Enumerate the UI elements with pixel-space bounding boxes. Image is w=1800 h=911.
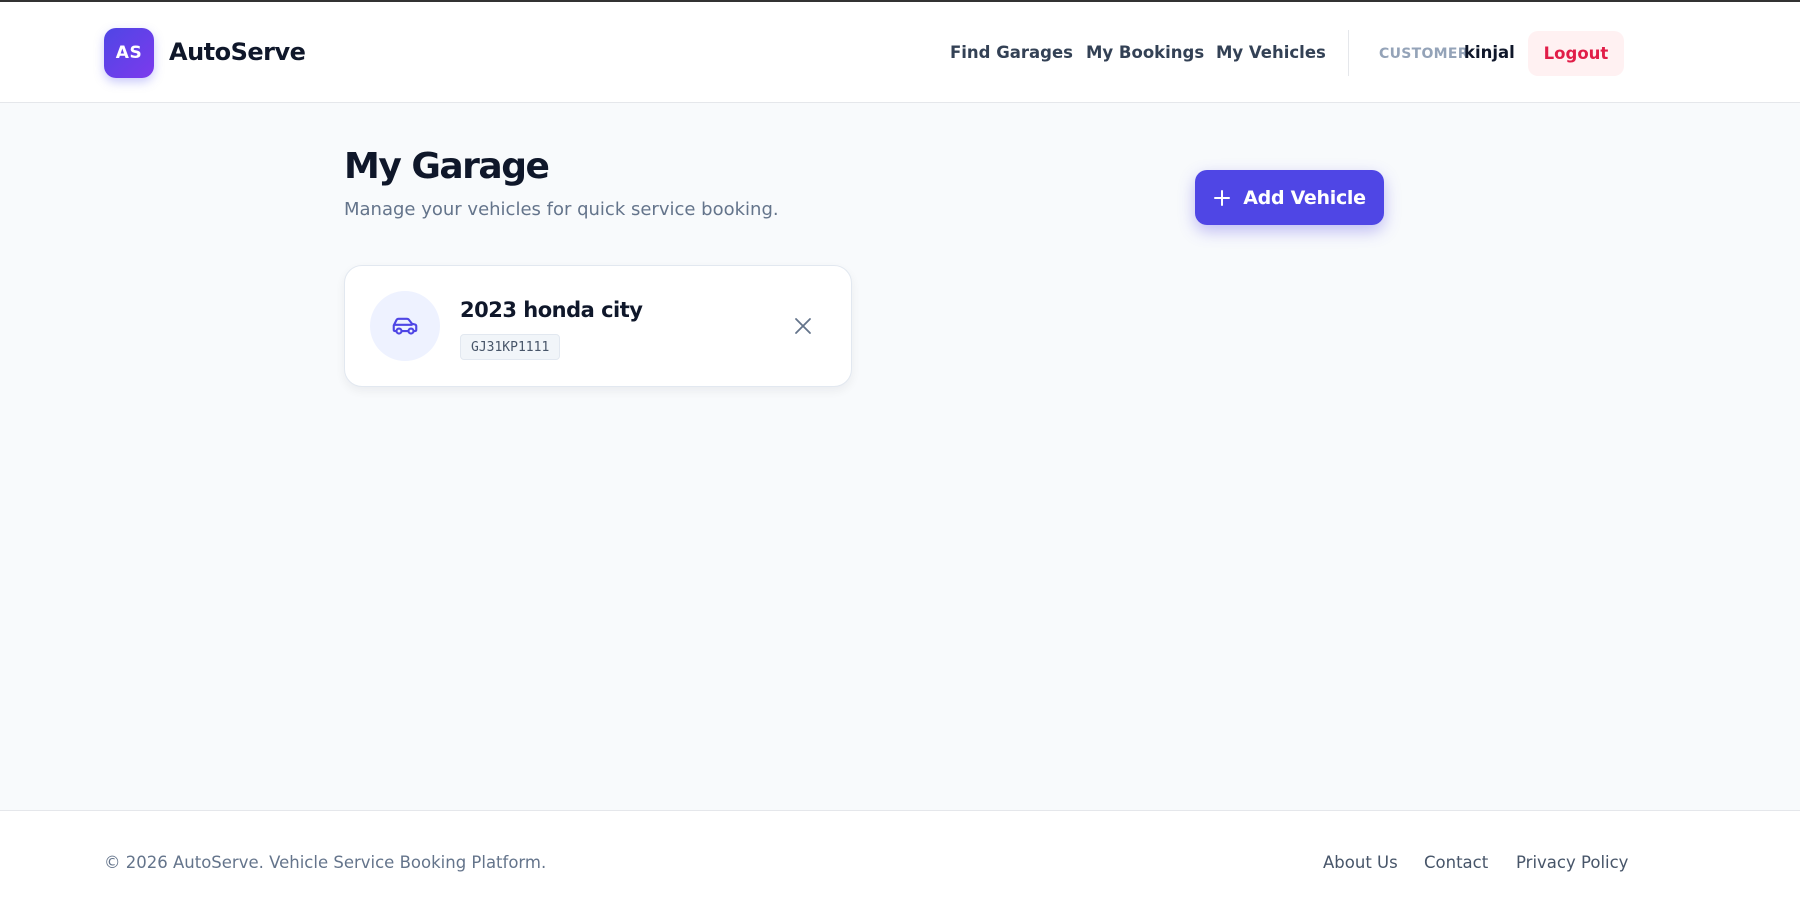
logout-button[interactable]: Logout <box>1528 31 1624 76</box>
nav-my-vehicles[interactable]: My Vehicles <box>1216 43 1326 62</box>
add-vehicle-label: Add Vehicle <box>1243 186 1366 209</box>
footer: © 2026 AutoServe. Vehicle Service Bookin… <box>0 810 1800 911</box>
username: kinjal <box>1464 43 1515 62</box>
close-icon <box>795 318 811 334</box>
logo-badge[interactable]: AS <box>104 28 154 78</box>
nav-find-garages[interactable]: Find Garages <box>950 43 1073 62</box>
page-title: My Garage <box>344 146 550 187</box>
top-navbar: AS AutoServe Find Garages My Bookings My… <box>0 2 1800 103</box>
remove-vehicle-button[interactable] <box>789 312 817 340</box>
user-role: CUSTOMER <box>1379 46 1469 62</box>
page-subtitle: Manage your vehicles for quick service b… <box>344 199 779 220</box>
license-plate: GJ31KP1111 <box>460 334 561 360</box>
footer-link-about[interactable]: About Us <box>1323 853 1398 872</box>
plus-icon <box>1214 189 1231 206</box>
add-vehicle-button[interactable]: Add Vehicle <box>1195 170 1384 225</box>
vehicle-card: 2023 honda city GJ31KP1111 <box>344 265 852 387</box>
nav-divider <box>1348 30 1349 76</box>
logo-text: AS <box>115 43 143 63</box>
footer-link-privacy[interactable]: Privacy Policy <box>1516 853 1628 872</box>
vehicle-name: 2023 honda city <box>460 298 643 322</box>
footer-link-contact[interactable]: Contact <box>1424 853 1488 872</box>
car-icon <box>392 317 418 335</box>
brand-name[interactable]: AutoServe <box>169 38 306 66</box>
copyright: © 2026 AutoServe. Vehicle Service Bookin… <box>104 853 547 872</box>
nav-my-bookings[interactable]: My Bookings <box>1086 43 1204 62</box>
vehicle-avatar <box>370 291 440 361</box>
